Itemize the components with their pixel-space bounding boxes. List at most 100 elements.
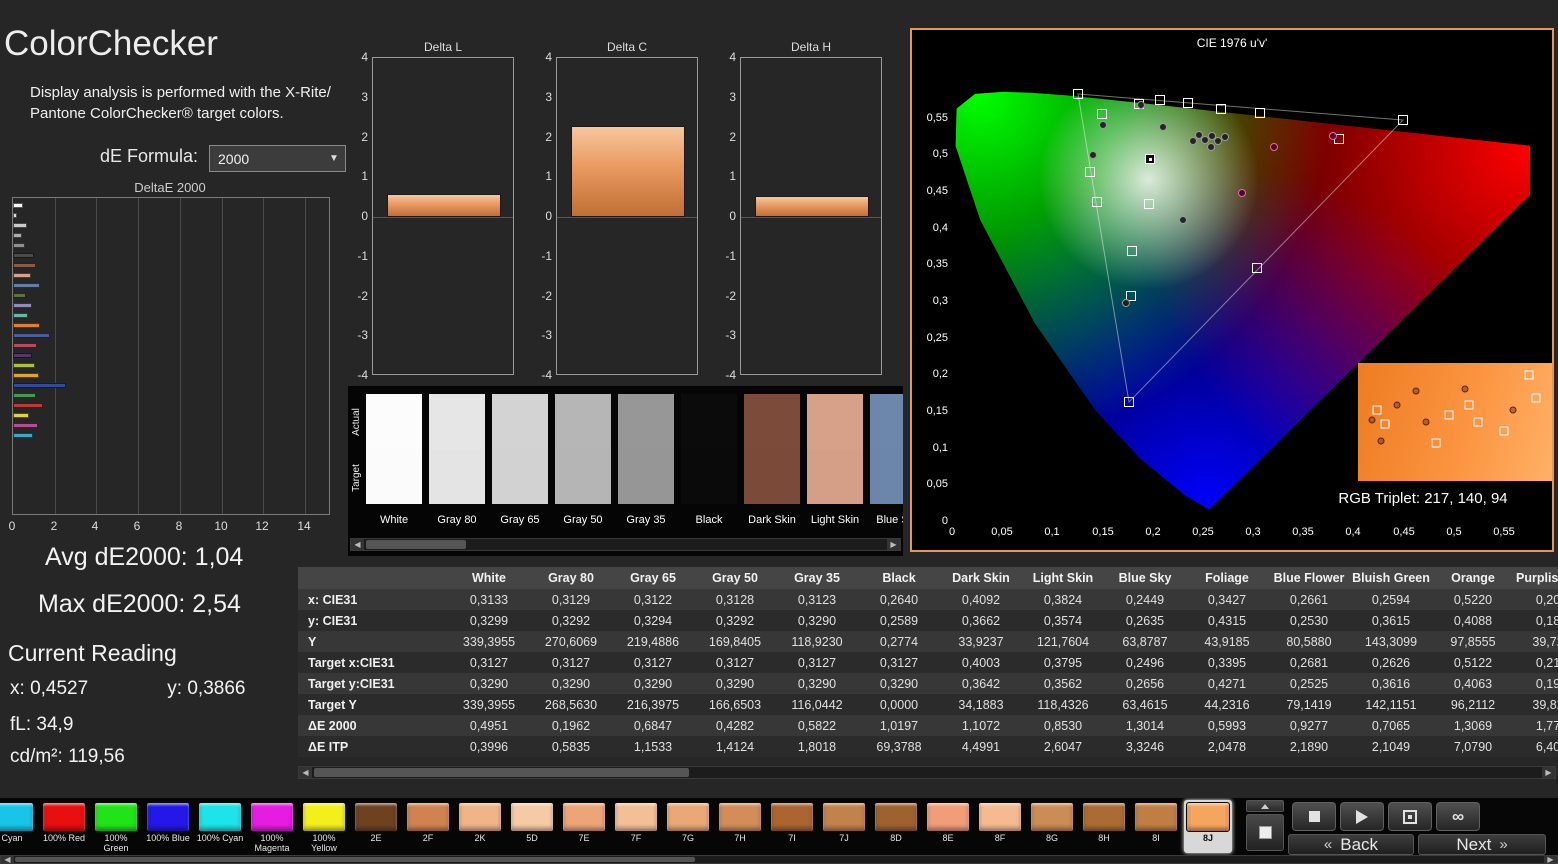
- axis-tick-label: 0,35: [926, 258, 948, 270]
- dot-icon: [1408, 814, 1412, 819]
- data-cell: 1,1072: [961, 718, 1001, 733]
- gridline: [96, 198, 97, 514]
- scroll-left-arrow[interactable]: ◀: [1, 855, 14, 864]
- scroll-left-arrow[interactable]: ◀: [351, 539, 364, 550]
- data-cell: 0,3642: [961, 676, 1001, 691]
- next-button[interactable]: Next »: [1418, 834, 1546, 855]
- row-label: y: CIE31: [308, 613, 358, 628]
- data-cell: 0,1907: [1535, 676, 1558, 691]
- continuous-measure-button[interactable]: ∞: [1436, 802, 1480, 831]
- data-cell: 0,2589: [879, 613, 919, 628]
- target-marker: [1073, 89, 1083, 99]
- scroll-left-arrow[interactable]: ◀: [299, 767, 312, 778]
- scroll-thumb[interactable]: [366, 540, 466, 549]
- play-button[interactable]: [1340, 802, 1384, 831]
- gridline: [263, 198, 264, 514]
- row-label: ΔE 2000: [308, 718, 357, 733]
- de-formula-label: dE Formula:: [100, 146, 199, 166]
- data-cell: 0,5220: [1453, 592, 1493, 607]
- axis-tick-label: 0,3: [932, 295, 948, 307]
- data-cell: 0,3616: [1371, 676, 1411, 691]
- target-swatch: [870, 449, 903, 504]
- data-cell: 0,3395: [1207, 655, 1247, 670]
- scroll-right-arrow[interactable]: ▶: [1542, 767, 1555, 778]
- data-cell: 0,3128: [715, 592, 755, 607]
- swatch-strip-scrollbar[interactable]: ◀ ▶: [350, 538, 901, 551]
- scroll-right-arrow[interactable]: ▶: [1544, 855, 1557, 864]
- page-scrollbar[interactable]: ◀ ▶: [0, 855, 1558, 864]
- zero-line: [373, 217, 513, 218]
- axis-tick-label: 0,2: [1145, 526, 1161, 538]
- swatch-strip-panel: Actual Target White Gray 80 Gray 65 Gray 50…: [348, 386, 903, 556]
- data-cell: 0,3427: [1207, 592, 1247, 607]
- zero-line: [557, 217, 697, 218]
- row-label: x: CIE31: [308, 592, 358, 607]
- actual-swatch: [870, 394, 903, 449]
- deltae-bar: [13, 403, 43, 408]
- axis-tick-label: 0: [729, 209, 736, 223]
- pattern-window-button[interactable]: [1246, 814, 1284, 851]
- scroll-thumb[interactable]: [314, 768, 689, 777]
- data-cell: 0,3299: [469, 613, 509, 628]
- column-header: Foliage: [1186, 567, 1268, 589]
- deltae-x-axis: 0 2 4 6 8 10 12 14: [9, 519, 330, 535]
- chart-plot-area: [372, 57, 514, 375]
- data-cell: 270,6069: [544, 634, 598, 649]
- inset-markers: [1358, 363, 1552, 481]
- data-cell: 0,8530: [1043, 718, 1083, 733]
- page-title: ColorChecker: [4, 24, 218, 63]
- fl-readout: fL: 34,9: [10, 714, 73, 736]
- axis-tick-label: 0: [361, 209, 368, 223]
- description-line2: Pantone ColorChecker® target colors.: [30, 105, 284, 122]
- table-scrollbar[interactable]: ◀ ▶: [298, 766, 1556, 779]
- axis-tick-label: 4: [545, 50, 552, 64]
- de-formula-dropdown[interactable]: 2000 ▼: [209, 145, 346, 172]
- target-swatch: [618, 449, 674, 504]
- data-cell: 63,8787: [1122, 634, 1168, 649]
- patch-label: Gray 35: [626, 514, 666, 526]
- data-cell: 2,1890: [1289, 739, 1329, 754]
- data-cell: 0,2774: [879, 634, 919, 649]
- data-cell: 0,2530: [1289, 613, 1329, 628]
- measured-marker: [1270, 143, 1278, 151]
- data-cell: 216,3975: [626, 697, 680, 712]
- patch-label: Gray 80: [437, 514, 477, 526]
- axis-tick-label: 12: [255, 519, 269, 533]
- back-button[interactable]: « Back: [1288, 834, 1414, 855]
- data-cell: 0,3127: [715, 655, 755, 670]
- axis-tick-label: 0,3: [1245, 526, 1261, 538]
- delta-h-chart: Delta H 4 3 2 1 0 -1 -2 -3 -4: [710, 40, 900, 400]
- data-cell: 0,0000: [879, 697, 919, 712]
- data-cell: 39,7212: [1532, 634, 1558, 649]
- target-button[interactable]: [1388, 802, 1432, 831]
- data-cell: 0,2640: [879, 592, 919, 607]
- row-label: Target y:CIE31: [308, 676, 395, 691]
- color-patch: Blue Sky: [870, 394, 903, 526]
- data-cell: 116,0442: [791, 697, 843, 712]
- data-cell: 0,5993: [1207, 718, 1247, 733]
- color-patch: Gray 80: [429, 394, 485, 526]
- actual-swatch: [555, 394, 611, 449]
- data-cell: 0,3562: [1043, 676, 1083, 691]
- data-cell: 2,0478: [1207, 739, 1247, 754]
- y-label: y:: [167, 678, 183, 699]
- data-cell: 0,3996: [469, 739, 509, 754]
- axis-tick-label: 0,25: [926, 332, 948, 344]
- scroll-right-arrow[interactable]: ▶: [887, 539, 900, 550]
- scroll-thumb[interactable]: [15, 857, 695, 862]
- max-de2000-label: Max dE2000:: [38, 590, 186, 618]
- row-label: Y: [308, 634, 317, 649]
- chart-title: Delta L: [423, 40, 463, 54]
- data-cell: 339,3955: [462, 697, 516, 712]
- color-patch: Gray 65: [492, 394, 548, 526]
- data-cell: 0,6847: [633, 718, 673, 733]
- data-cell: 0,2103: [1535, 655, 1558, 670]
- column-header: Gray 80: [530, 567, 612, 589]
- rgb-triplet-readout: RGB Triplet: 217, 140, 94: [1292, 490, 1554, 507]
- target-swatch: [366, 449, 422, 504]
- cdm2-readout: cd/m²: 119,56: [10, 746, 125, 768]
- measured-marker: [1377, 437, 1385, 445]
- deltae-bar: [13, 343, 37, 348]
- scroll-up-button[interactable]: [1246, 800, 1284, 812]
- stop-button[interactable]: [1292, 802, 1336, 831]
